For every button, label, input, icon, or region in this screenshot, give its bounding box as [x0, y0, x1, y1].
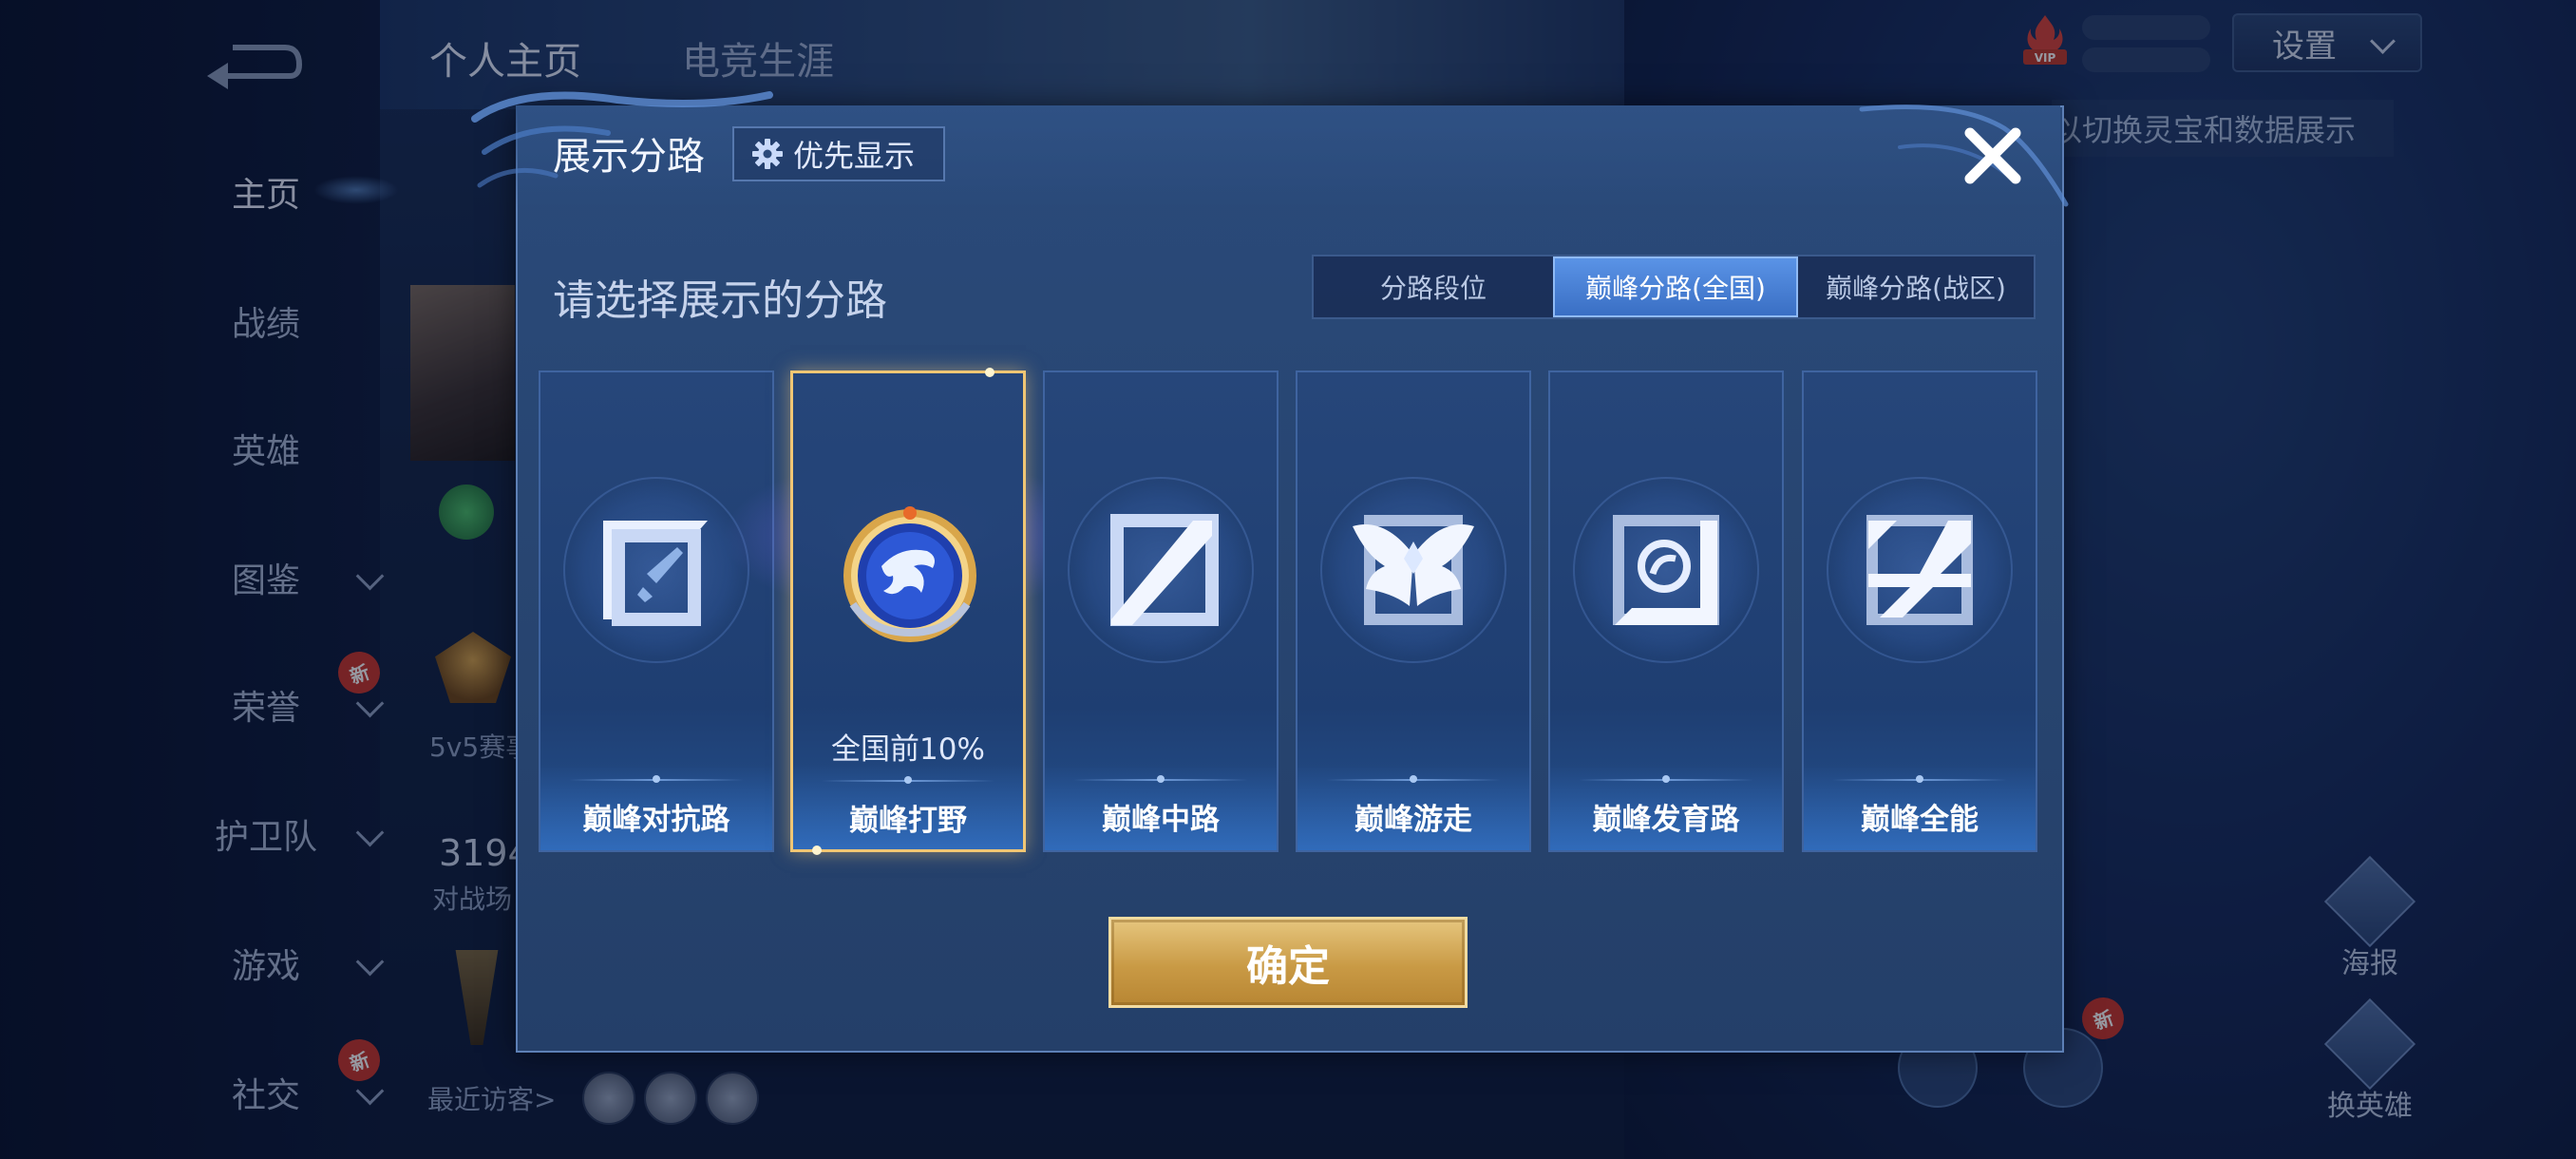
corner-dot	[985, 368, 994, 377]
lane-card-all-round[interactable]: 巅峰全能	[1802, 370, 2037, 852]
lane-card-farm[interactable]: 巅峰发育路	[1548, 370, 1784, 852]
card-divider	[1073, 775, 1248, 783]
confirm-button[interactable]: 确定	[1108, 917, 1468, 1008]
tab-peak-lane-national[interactable]: 巅峰分路(全国)	[1553, 256, 1798, 317]
wings-icon	[1353, 515, 1474, 625]
gear-icon	[752, 139, 783, 169]
sword-lane-icon	[603, 521, 708, 626]
card-divider	[569, 775, 744, 783]
card-divider	[1832, 775, 2007, 783]
close-icon[interactable]	[1959, 122, 2027, 190]
card-divider	[1326, 775, 1501, 783]
tab-lane-rank[interactable]: 分路段位	[1314, 256, 1553, 317]
lane-type-tabs: 分路段位 巅峰分路(全国) 巅峰分路(战区)	[1312, 255, 2036, 319]
tab-peak-lane-zone[interactable]: 巅峰分路(战区)	[1798, 256, 2034, 317]
lane-label: 巅峰游走	[1354, 803, 1472, 837]
priority-display-label: 优先显示	[793, 138, 916, 174]
priority-display-button[interactable]: 优先显示	[732, 126, 945, 181]
dragon-emblem-icon	[843, 506, 976, 642]
lane-label: 巅峰打野	[849, 804, 967, 838]
lane-label: 巅峰对抗路	[582, 803, 730, 837]
lane-label: 巅峰中路	[1102, 803, 1220, 837]
lane-card-mid[interactable]: 巅峰中路	[1043, 370, 1279, 852]
dialog-title: 展示分路	[553, 135, 705, 179]
lane-label: 巅峰发育路	[1592, 803, 1740, 837]
lane-rank-text: 全国前10%	[831, 732, 985, 767]
all-round-icon	[1866, 515, 1973, 625]
dialog-subtitle: 请选择展示的分路	[553, 276, 887, 325]
farm-lane-icon	[1613, 515, 1719, 625]
card-divider	[1579, 775, 1753, 783]
lane-label: 巅峰全能	[1861, 803, 1979, 837]
lane-card-roam[interactable]: 巅峰游走	[1296, 370, 1531, 852]
swirl-decoration	[1859, 104, 2069, 207]
mid-lane-icon	[1110, 514, 1219, 626]
lane-card-clash[interactable]: 巅峰对抗路	[539, 370, 774, 852]
card-divider	[822, 776, 994, 784]
corner-dot	[812, 846, 822, 855]
